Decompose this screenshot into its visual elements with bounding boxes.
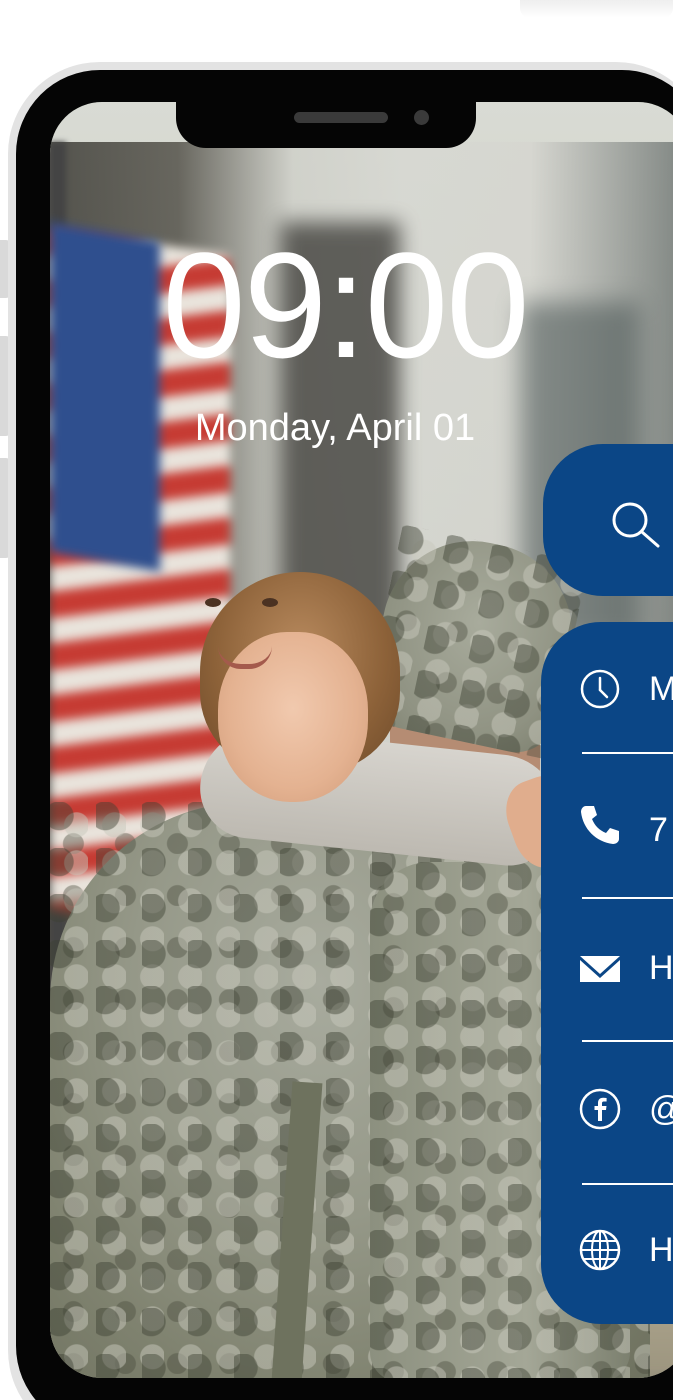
notch <box>176 98 476 148</box>
divider <box>582 752 673 754</box>
contact-row-phone[interactable]: 7 <box>578 802 673 862</box>
contact-row-label: @ <box>649 1088 673 1130</box>
clock-icon <box>580 669 620 709</box>
contact-row-facebook[interactable]: @ <box>578 1087 673 1147</box>
contact-row-hours[interactable]: M <box>578 667 673 727</box>
speaker-grille <box>294 112 388 123</box>
contact-row-website[interactable]: H <box>578 1228 673 1288</box>
lock-screen-date: Monday, April 01 <box>194 407 476 449</box>
contact-row-label: H <box>649 1231 673 1269</box>
front-camera <box>414 110 429 125</box>
divider <box>582 1040 673 1042</box>
divider <box>582 1183 673 1185</box>
search-icon <box>612 502 660 548</box>
phone-mockup: 09:00 Monday, April 01 M 7 H H <box>0 0 673 1400</box>
contact-row-label: H <box>649 949 673 987</box>
contact-row-label: M <box>649 670 673 708</box>
contact-row-email[interactable]: H <box>578 946 673 1006</box>
phone-icon <box>581 806 619 844</box>
background-shadow <box>520 0 673 18</box>
globe-icon <box>579 1229 621 1271</box>
facebook-icon <box>579 1088 621 1130</box>
lock-screen-time: 09:00 <box>162 221 529 389</box>
contact-row-label: 7 <box>649 811 668 849</box>
divider <box>582 897 673 899</box>
mail-icon <box>580 956 620 982</box>
